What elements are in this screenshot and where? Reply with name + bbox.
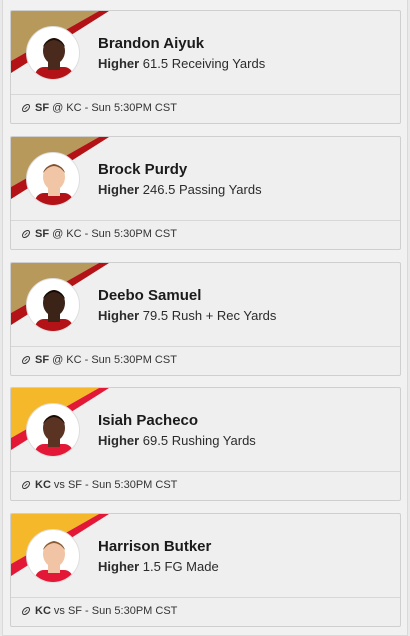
pick-card[interactable]: Harrison Butker Higher 1.5 FG Made KC vs… (10, 513, 401, 627)
line-value: 246.5 (142, 182, 176, 197)
pick-line: Higher 246.5 Passing Yards (98, 182, 262, 197)
pick-card-header: Isiah Pacheco Higher 69.5 Rushing Yards (11, 388, 400, 472)
football-icon (22, 481, 30, 489)
line-value: 79.5 (142, 308, 169, 323)
stat-type: FG Made (164, 559, 219, 574)
line-value: 61.5 (142, 56, 169, 71)
game-info: SF @ KC - Sun 5:30PM CST (21, 354, 177, 366)
matchup-time: @ KC - Sun 5:30PM CST (52, 102, 177, 114)
pick-direction: Higher (98, 433, 140, 448)
football-icon (22, 230, 30, 238)
team-abbr: SF (35, 102, 50, 114)
pick-card-header: Brock Purdy Higher 246.5 Passing Yards (11, 137, 400, 221)
pick-list: Brandon Aiyuk Higher 61.5 Receiving Yard… (2, 0, 408, 636)
pick-card-header: Deebo Samuel Higher 79.5 Rush + Rec Yard… (11, 263, 400, 347)
game-info: KC vs SF - Sun 5:30PM CST (21, 479, 177, 491)
stat-type: Rushing Yards (171, 433, 256, 448)
pick-line: Higher 79.5 Rush + Rec Yards (98, 308, 276, 323)
line-value: 1.5 (142, 559, 161, 574)
player-headshot (26, 403, 80, 457)
team-abbr: SF (35, 354, 50, 366)
game-info: SF @ KC - Sun 5:30PM CST (21, 102, 177, 114)
football-icon (22, 356, 30, 364)
team-abbr: KC (35, 479, 51, 491)
pick-card-header: Harrison Butker Higher 1.5 FG Made (11, 514, 400, 598)
stat-type: Receiving Yards (171, 56, 266, 71)
player-headshot (26, 278, 80, 332)
line-value: 69.5 (142, 433, 169, 448)
pick-line: Higher 69.5 Rushing Yards (98, 433, 256, 448)
football-icon (22, 607, 30, 615)
pick-card[interactable]: Brock Purdy Higher 246.5 Passing Yards S… (10, 136, 401, 250)
stat-type: Passing Yards (178, 182, 262, 197)
pick-line: Higher 1.5 FG Made (98, 559, 219, 574)
pick-card[interactable]: Brandon Aiyuk Higher 61.5 Receiving Yard… (10, 10, 401, 124)
matchup-time: @ KC - Sun 5:30PM CST (52, 228, 177, 240)
matchup-time: @ KC - Sun 5:30PM CST (52, 354, 177, 366)
player-headshot (26, 529, 80, 583)
pick-direction: Higher (98, 56, 140, 71)
team-abbr: SF (35, 228, 50, 240)
stat-type: Rush + Rec Yards (171, 308, 277, 323)
player-headshot (26, 26, 80, 80)
player-name: Deebo Samuel (98, 287, 202, 304)
game-info: KC vs SF - Sun 5:30PM CST (21, 605, 177, 617)
pick-direction: Higher (98, 308, 140, 323)
pick-card[interactable]: Deebo Samuel Higher 79.5 Rush + Rec Yard… (10, 262, 401, 376)
pick-card-header: Brandon Aiyuk Higher 61.5 Receiving Yard… (11, 11, 400, 95)
matchup-time: vs SF - Sun 5:30PM CST (53, 605, 178, 617)
pick-direction: Higher (98, 182, 140, 197)
football-icon (22, 104, 30, 112)
pick-line: Higher 61.5 Receiving Yards (98, 56, 265, 71)
player-name: Isiah Pacheco (98, 412, 199, 429)
player-headshot (26, 152, 80, 206)
team-abbr: KC (35, 605, 51, 617)
player-name: Brock Purdy (98, 161, 188, 178)
game-info: SF @ KC - Sun 5:30PM CST (21, 228, 177, 240)
pick-direction: Higher (98, 559, 140, 574)
player-name: Harrison Butker (98, 538, 212, 555)
matchup-time: vs SF - Sun 5:30PM CST (53, 479, 178, 491)
player-name: Brandon Aiyuk (98, 35, 205, 52)
pick-card[interactable]: Isiah Pacheco Higher 69.5 Rushing Yards … (10, 387, 401, 501)
